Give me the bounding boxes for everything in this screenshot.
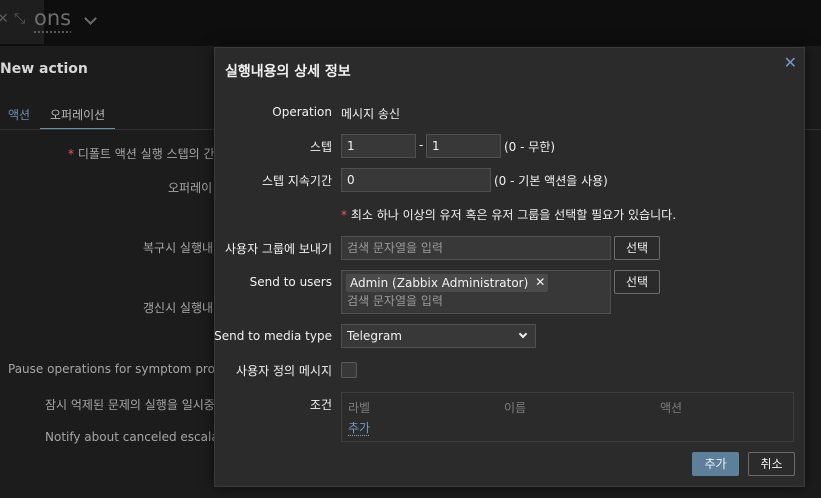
label-recovery: 복구시 실행내 xyxy=(143,241,214,255)
user-chip: Admin (Zabbix Administrator) ✕ xyxy=(346,274,549,292)
user-chip-label: Admin (Zabbix Administrator) xyxy=(350,276,529,290)
required-note: * 최소 하나 이상의 유저 혹은 유저 그룹을 선택할 필요가 있습니다. xyxy=(341,208,677,222)
steps-separator: - xyxy=(419,138,424,152)
step-duration-input[interactable]: 0 xyxy=(341,168,491,192)
step-duration-label: 스텝 지속기간 xyxy=(261,174,332,188)
label-update: 갱신시 실행내 xyxy=(143,301,214,315)
add-button[interactable]: 추가 xyxy=(692,452,739,476)
conditions-table: 라벨 이름 액션 추가 xyxy=(341,392,794,442)
step-to-input[interactable]: 1 xyxy=(426,134,501,158)
conditions-col-label: 라벨 xyxy=(348,401,371,415)
conditions-label: 조건 xyxy=(309,398,332,412)
media-type-value: Telegram xyxy=(347,329,402,343)
remove-chip-icon[interactable]: ✕ xyxy=(535,274,545,290)
users-multiselect[interactable]: Admin (Zabbix Administrator) ✕ 검색 문자열을 입… xyxy=(341,270,611,314)
custom-message-checkbox[interactable] xyxy=(341,362,357,378)
users-search-input[interactable]: 검색 문자열을 입력 xyxy=(347,294,443,308)
user-groups-select-button[interactable]: 선택 xyxy=(614,236,660,260)
tab-action[interactable]: 액션 xyxy=(8,106,30,123)
panel-title: New action xyxy=(0,61,88,77)
label-operations: 오퍼레이 xyxy=(168,181,213,195)
top-bar xyxy=(0,0,821,44)
label-default-step: * 디폴트 액션 실행 스텝의 간 xyxy=(68,147,215,161)
users-label: Send to users xyxy=(249,275,332,289)
conditions-col-action: 액션 xyxy=(660,401,683,415)
close-icon[interactable]: ✕ xyxy=(784,53,797,72)
label-notify-canceled: Notify about canceled escalation xyxy=(45,430,242,444)
page-title[interactable]: ons xyxy=(34,6,71,30)
label-pause-symptom: Pause operations for symptom problem xyxy=(8,362,245,376)
step-from-input[interactable]: 1 xyxy=(341,134,416,158)
custom-message-label: 사용자 정의 메시지 xyxy=(236,364,332,378)
operation-value: 메시지 송신 xyxy=(341,107,401,121)
operation-label: Operation xyxy=(272,105,332,119)
media-type-label: Send to media type xyxy=(214,329,332,343)
chevron-down-icon xyxy=(518,329,528,339)
dialog-title: 실행내용의 상세 정보 xyxy=(225,64,351,80)
add-condition-link[interactable]: 추가 xyxy=(348,419,370,436)
step-duration-hint: (0 - 기본 액션을 사용) xyxy=(494,174,608,188)
media-type-select[interactable]: Telegram xyxy=(341,324,536,348)
user-groups-label: 사용자 그룹에 보내기 xyxy=(225,242,332,256)
conditions-col-name: 이름 xyxy=(504,401,527,415)
operation-details-dialog: 실행내용의 상세 정보 ✕ Operation 메시지 송신 스텝 1 - 1 … xyxy=(214,47,805,487)
close-icon[interactable]: ✕ xyxy=(0,11,9,27)
fullscreen-icon[interactable]: ⤡ xyxy=(14,11,25,27)
steps-hint: (0 - 무한) xyxy=(504,140,556,154)
steps-label: 스텝 xyxy=(309,140,332,154)
user-groups-search-input[interactable]: 검색 문자열을 입력 xyxy=(341,236,611,260)
label-pause-suppressed: 잠시 억제된 문제의 실행을 일시중 xyxy=(45,398,215,412)
users-select-button[interactable]: 선택 xyxy=(614,270,660,294)
cancel-button[interactable]: 취소 xyxy=(748,452,795,476)
tab-operations[interactable]: 오퍼레이션 xyxy=(40,106,115,130)
